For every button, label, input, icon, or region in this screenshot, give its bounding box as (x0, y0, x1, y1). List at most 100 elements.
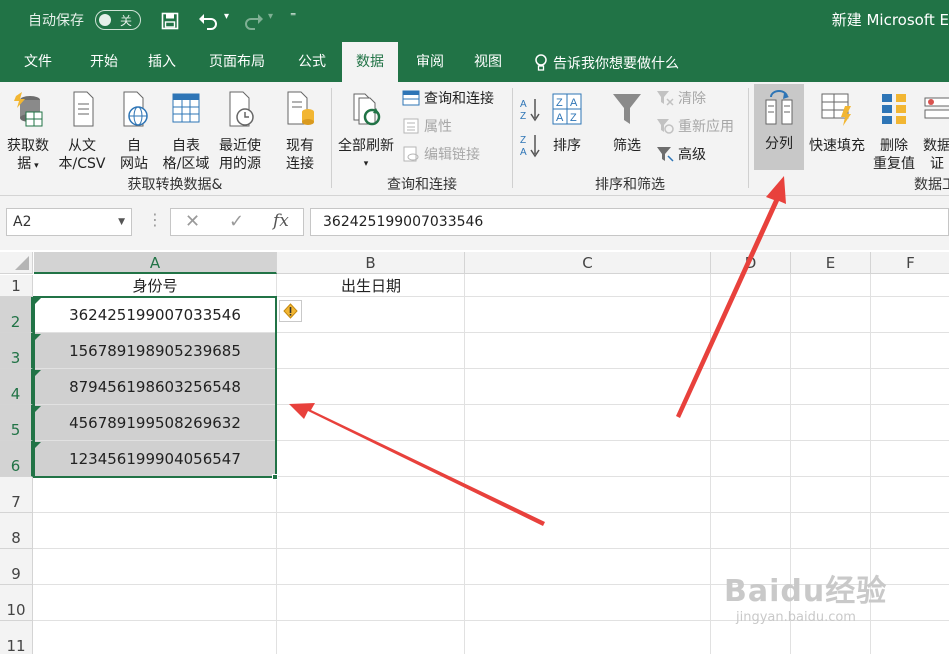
existing-connections-icon (287, 91, 314, 125)
formula-bar-grip-icon: ⋮ (147, 210, 163, 229)
advanced-filter-button[interactable]: 高级 (656, 144, 706, 166)
group-separator (512, 88, 513, 188)
customize-toolbar-icon[interactable]: ⁼ (290, 9, 296, 23)
column-header-b[interactable]: B (277, 252, 465, 274)
from-web-label-2: 网站 (120, 156, 148, 172)
select-all-button[interactable] (0, 252, 33, 274)
fill-handle[interactable] (272, 474, 278, 480)
remove-duplicates-label-2: 重复值 (873, 156, 915, 172)
from-table-button[interactable]: 自表 格/区域 (160, 86, 212, 173)
formula-buttons: ✕ ✓ fx (170, 208, 304, 236)
row-header-7[interactable]: 7 (0, 477, 33, 513)
row-header-4[interactable]: 4 (0, 369, 33, 405)
data-validation-button[interactable]: 数据 证 (919, 86, 949, 173)
row-header-3[interactable]: 3 (0, 333, 33, 369)
from-text-csv-button[interactable]: 从文 本/CSV (56, 86, 108, 173)
row-header-8[interactable]: 8 (0, 513, 33, 549)
autosave-toggle[interactable]: 关 (95, 10, 141, 30)
text-file-icon (73, 91, 94, 127)
tab-data[interactable]: 数据 (342, 42, 398, 82)
tab-review[interactable]: 审阅 (404, 42, 456, 82)
group-label-sort-filter: 排序和筛选 (595, 177, 665, 193)
column-header-d[interactable]: D (711, 252, 791, 274)
row-header-10[interactable]: 10 (0, 585, 33, 621)
flash-fill-label: 快速填充 (809, 138, 865, 154)
recent-sources-label-2: 用的源 (219, 156, 261, 172)
get-data-button[interactable]: 获取数 据 ▾ (2, 86, 54, 175)
clear-filter-button[interactable]: 清除 (656, 88, 706, 110)
group-separator (331, 88, 332, 188)
tab-file[interactable]: 文件 (12, 42, 64, 82)
tab-page-layout[interactable]: 页面布局 (198, 42, 276, 82)
save-icon[interactable] (161, 12, 179, 30)
row-gridline (33, 512, 949, 513)
recent-sources-button[interactable]: 最近使 用的源 (214, 86, 266, 173)
column-header-a[interactable]: A (34, 252, 277, 274)
tab-formulas[interactable]: 公式 (286, 42, 338, 82)
formula-input[interactable]: 362425199007033546 (310, 208, 949, 236)
column-header-e[interactable]: E (791, 252, 871, 274)
tab-insert[interactable]: 插入 (136, 42, 188, 82)
remove-duplicates-button[interactable]: 删除 重复值 (870, 86, 918, 173)
svg-text:A: A (520, 99, 527, 110)
sort-az-icon[interactable]: AZ (519, 96, 541, 126)
title-bar: 自动保存 关 ▾ ▾ ⁼ 新建 Microsoft E (0, 0, 949, 42)
row-header-11[interactable]: 11 (0, 621, 33, 654)
edit-links-button[interactable]: 编辑链接 (402, 144, 480, 166)
text-to-columns-button[interactable]: 分列 (754, 84, 804, 170)
filter-button[interactable]: 筛选 (606, 86, 648, 155)
cancel-icon[interactable]: ✕ (185, 211, 200, 232)
selection-border (33, 296, 277, 478)
sort-za-icon[interactable]: ZA (519, 132, 541, 162)
advanced-filter-icon (657, 147, 674, 162)
row-header-5[interactable]: 5 (0, 405, 33, 441)
edit-links-icon (403, 146, 419, 162)
tab-home[interactable]: 开始 (78, 42, 130, 82)
sort-button[interactable]: Z A A Z 排序 (546, 86, 588, 155)
enter-icon[interactable]: ✓ (229, 211, 244, 232)
insert-function-icon[interactable]: fx (273, 211, 289, 231)
row-header-2[interactable]: 2 (0, 297, 33, 333)
autosave-state: 关 (120, 14, 133, 28)
from-web-button[interactable]: 自 网站 (112, 86, 156, 173)
svg-text:A: A (520, 147, 527, 158)
existing-connections-button[interactable]: 现有 连接 (276, 86, 324, 173)
group-separator (748, 88, 749, 188)
tell-me-search[interactable]: 告诉我你想要做什么 (553, 53, 679, 73)
get-data-label-2: 据 ▾ (17, 156, 39, 172)
undo-icon[interactable] (198, 12, 220, 30)
watermark-logo-text: Baidu经验 (724, 574, 888, 609)
column-header-f[interactable]: F (871, 252, 949, 274)
svg-text:Z: Z (556, 97, 563, 109)
row-header-9[interactable]: 9 (0, 549, 33, 585)
get-data-label-1: 获取数 (7, 138, 49, 154)
redo-dropdown-icon[interactable]: ▾ (268, 11, 273, 22)
remove-duplicates-label-1: 删除 (880, 138, 908, 154)
row-header-1[interactable]: 1 (0, 275, 33, 297)
row-gridline (33, 548, 949, 549)
data-validation-label-2: 证 (930, 156, 944, 172)
autosave-label: 自动保存 (28, 13, 84, 29)
from-csv-label-1: 从文 (68, 138, 96, 154)
redo-icon[interactable] (242, 12, 264, 30)
column-gridline (710, 274, 711, 654)
column-header-c[interactable]: C (465, 252, 711, 274)
refresh-all-button[interactable]: 全部刷新 ▾ (334, 86, 398, 173)
recent-sources-icon (229, 91, 254, 127)
error-check-button[interactable] (279, 300, 302, 322)
name-box[interactable]: A2 ▼ (6, 208, 132, 236)
flash-fill-button[interactable]: 快速填充 (806, 86, 868, 155)
properties-button[interactable]: 属性 (402, 116, 452, 138)
cell-b1[interactable]: 出生日期 (277, 275, 465, 297)
undo-dropdown-icon[interactable]: ▾ (224, 11, 229, 22)
text-to-columns-label: 分列 (765, 136, 793, 152)
ribbon-tabs: 文件 开始 插入 页面布局 公式 数据 审阅 视图 告诉我你想要做什么 (0, 42, 949, 82)
remove-duplicates-icon (882, 94, 906, 124)
refresh-all-label: 全部刷新 (338, 138, 394, 154)
tab-view[interactable]: 视图 (462, 42, 514, 82)
cell-a1[interactable]: 身份号 (34, 275, 276, 297)
queries-connections-button[interactable]: 查询和连接 (402, 88, 494, 110)
row-header-6[interactable]: 6 (0, 441, 33, 477)
reapply-button[interactable]: 重新应用 (656, 116, 734, 138)
name-box-dropdown-icon[interactable]: ▼ (118, 209, 125, 235)
